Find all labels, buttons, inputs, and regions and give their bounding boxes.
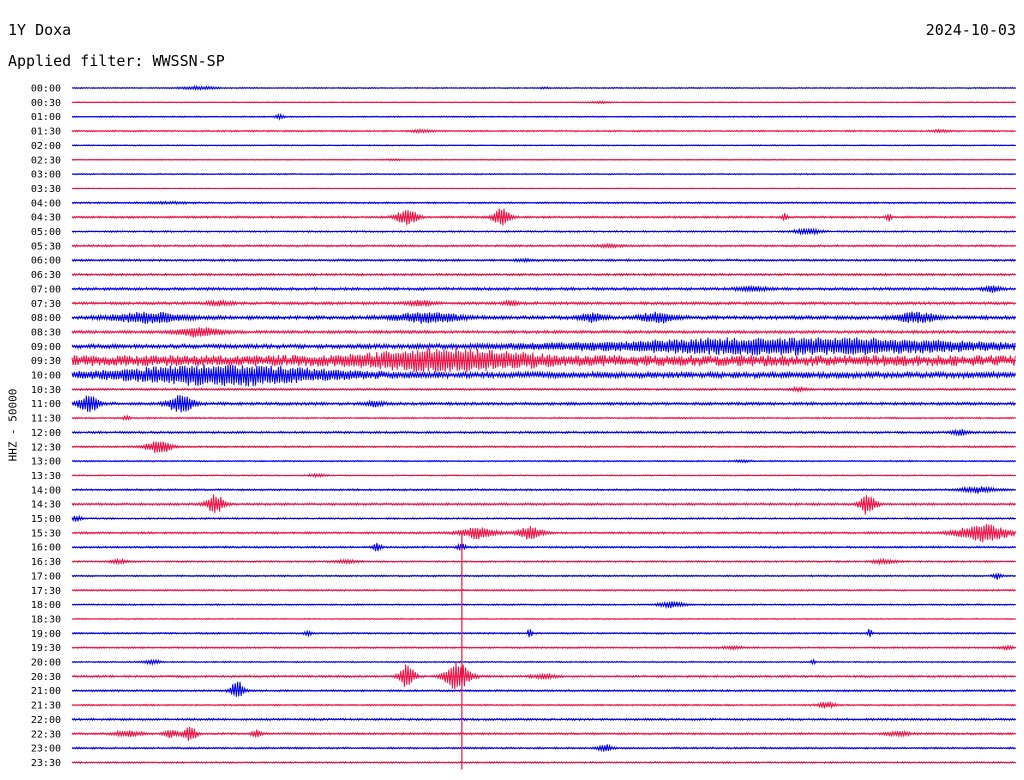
- time-tick-label: 04:00: [31, 198, 61, 209]
- time-tick-label: 16:00: [31, 543, 61, 554]
- time-tick-label: 07:00: [31, 284, 61, 295]
- time-tick-label: 05:00: [31, 227, 61, 238]
- time-tick-label: 01:00: [31, 112, 61, 123]
- time-tick-label: 00:00: [31, 84, 61, 95]
- time-tick-label: 09:00: [31, 342, 61, 353]
- time-tick-label: 23:30: [31, 758, 61, 769]
- time-tick-label: 21:30: [31, 701, 61, 712]
- trace-row-2100: [71, 681, 1016, 697]
- time-tick-label: 15:30: [31, 528, 61, 539]
- time-tick-label: 14:00: [31, 485, 61, 496]
- time-tick-label: 19:00: [31, 629, 61, 640]
- time-tick-label: 12:00: [31, 428, 61, 439]
- time-tick-label: 13:00: [31, 457, 61, 468]
- time-tick-label: 18:30: [31, 614, 61, 625]
- time-tick-label: 06:30: [31, 270, 61, 281]
- time-tick-label: 11:30: [31, 414, 61, 425]
- time-tick-label: 22:30: [31, 729, 61, 740]
- time-tick-label: 01:30: [31, 127, 61, 138]
- time-tick-label: 16:30: [31, 557, 61, 568]
- time-tick-label: 14:30: [31, 500, 61, 511]
- time-tick-label: 06:00: [31, 256, 61, 267]
- time-tick-label: 03:30: [31, 184, 61, 195]
- time-tick-label: 17:30: [31, 586, 61, 597]
- time-tick-label: 02:00: [31, 141, 61, 152]
- time-tick-label: 00:30: [31, 98, 61, 109]
- time-tick-label: 11:00: [31, 399, 61, 410]
- time-tick-label: 20:30: [31, 672, 61, 683]
- time-tick-label: 10:00: [31, 371, 61, 382]
- time-tick-label: 20:00: [31, 658, 61, 669]
- time-tick-label: 02:30: [31, 155, 61, 166]
- time-tick-label: 03:00: [31, 170, 61, 181]
- time-tick-label: 08:30: [31, 327, 61, 338]
- time-tick-label: 22:00: [31, 715, 61, 726]
- time-tick-label: 13:30: [31, 471, 61, 482]
- time-tick-label: 15:00: [31, 514, 61, 525]
- time-tick-label: 07:30: [31, 299, 61, 310]
- time-tick-label: 23:00: [31, 744, 61, 755]
- helicorder-plot: 00:00 00:30 01:00 01:30 02:00 02:30 03:00 03:30…: [31, 84, 1016, 770]
- time-tick-label: 05:30: [31, 241, 61, 252]
- time-tick-label: 18:00: [31, 600, 61, 611]
- time-tick-label: 04:30: [31, 213, 61, 224]
- time-tick-label: 12:30: [31, 442, 61, 453]
- time-tick-label: 17:00: [31, 571, 61, 582]
- time-tick-label: 08:00: [31, 313, 61, 324]
- time-tick-label: 19:30: [31, 643, 61, 654]
- time-tick-label: 10:30: [31, 385, 61, 396]
- time-tick-label: 21:00: [31, 686, 61, 697]
- time-tick-label: 09:30: [31, 356, 61, 367]
